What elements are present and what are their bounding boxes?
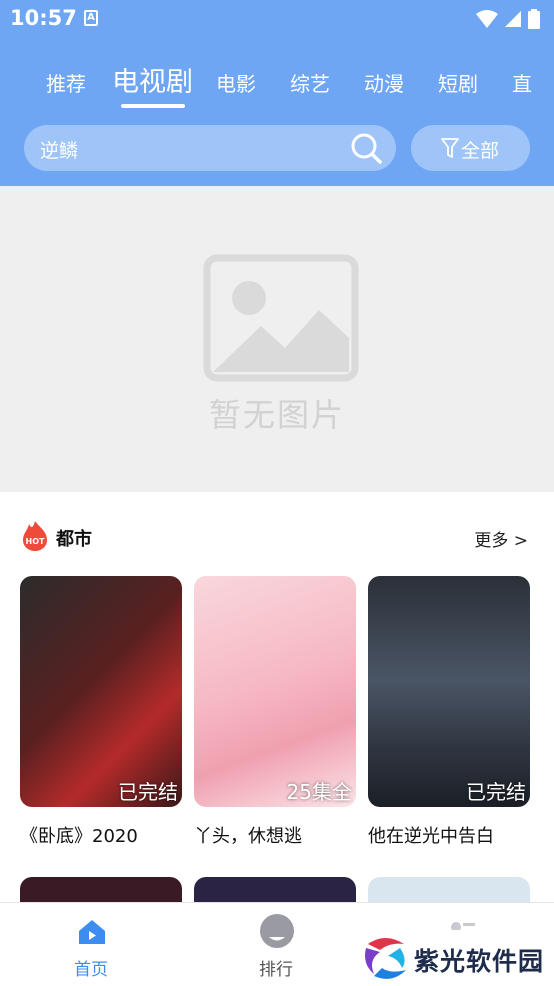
- status-badge: 25集全: [286, 780, 352, 804]
- section-title: 都市: [56, 529, 92, 550]
- drama-card[interactable]: 已完结 他在逆光中告白: [368, 576, 530, 847]
- active-tab-indicator: [121, 104, 185, 108]
- placeholder-text: 暂无图片: [208, 396, 345, 434]
- tab-anime[interactable]: 动漫: [364, 68, 404, 97]
- search-input[interactable]: 逆鳞: [40, 136, 78, 163]
- signal-icon: [505, 11, 521, 27]
- poster-image[interactable]: [194, 877, 356, 902]
- tab-recommend[interactable]: 推荐: [46, 68, 86, 97]
- poster-image[interactable]: [368, 877, 530, 902]
- more-link[interactable]: 更多 >: [474, 526, 528, 551]
- watermark-logo-icon: [365, 938, 406, 979]
- hot-fire-icon: HOT: [23, 521, 47, 551]
- battery-icon: [528, 9, 540, 29]
- poster-image[interactable]: 已完结: [368, 576, 530, 807]
- status-icons: [476, 9, 540, 29]
- home-icon: [79, 920, 105, 944]
- nav-label: 排行: [259, 960, 293, 980]
- category-tabs: 推荐 电视剧 电影 综艺 动漫 短剧 直: [0, 56, 554, 110]
- nav-home[interactable]: 首页: [60, 903, 124, 986]
- wifi-icon: [476, 10, 498, 28]
- section-urban: HOT 都市 更多 > 已完结 《卧底》2020 25集全 丫头，休想逃 已完结…: [0, 492, 554, 902]
- nav-ranking[interactable]: 排行: [245, 903, 309, 986]
- search-bar[interactable]: 逆鳞: [24, 125, 396, 171]
- notification-icon: A: [84, 10, 98, 26]
- drama-card[interactable]: 已完结 《卧底》2020: [20, 576, 182, 847]
- header: 10:57 A 推荐 电视剧 电影 综艺 动漫 短剧 直 逆鳞 全部: [0, 0, 554, 186]
- tab-tv-series[interactable]: 电视剧: [112, 60, 193, 99]
- status-bar: 10:57 A: [0, 0, 554, 40]
- ranking-icon: [260, 914, 294, 948]
- nav-label: 首页: [74, 960, 108, 980]
- drama-title[interactable]: 他在逆光中告白: [368, 822, 494, 848]
- search-icon[interactable]: [350, 132, 382, 164]
- poster-image[interactable]: [20, 877, 182, 902]
- status-badge: 已完结: [466, 780, 526, 804]
- drama-card[interactable]: 25集全 丫头，休想逃: [194, 576, 356, 847]
- watermark-text: 紫光软件园: [414, 947, 545, 976]
- watermark: 紫光软件园: [356, 930, 554, 986]
- drama-title[interactable]: 丫头，休想逃: [194, 822, 302, 848]
- status-badge: 已完结: [118, 780, 178, 804]
- image-placeholder-icon: [203, 254, 359, 382]
- tab-movie[interactable]: 电影: [216, 68, 256, 97]
- tab-short-drama[interactable]: 短剧: [438, 68, 478, 97]
- poster-image[interactable]: 已完结: [20, 576, 182, 807]
- tab-variety[interactable]: 综艺: [290, 68, 330, 97]
- filter-label: 全部: [461, 140, 500, 162]
- status-time: 10:57: [10, 6, 77, 30]
- poster-image[interactable]: 25集全: [194, 576, 356, 807]
- tab-live[interactable]: 直: [512, 68, 532, 97]
- filter-icon: [441, 138, 459, 158]
- drama-title[interactable]: 《卧底》2020: [20, 822, 138, 848]
- hot-badge-text: HOT: [26, 537, 45, 546]
- filter-button[interactable]: 全部: [411, 125, 530, 171]
